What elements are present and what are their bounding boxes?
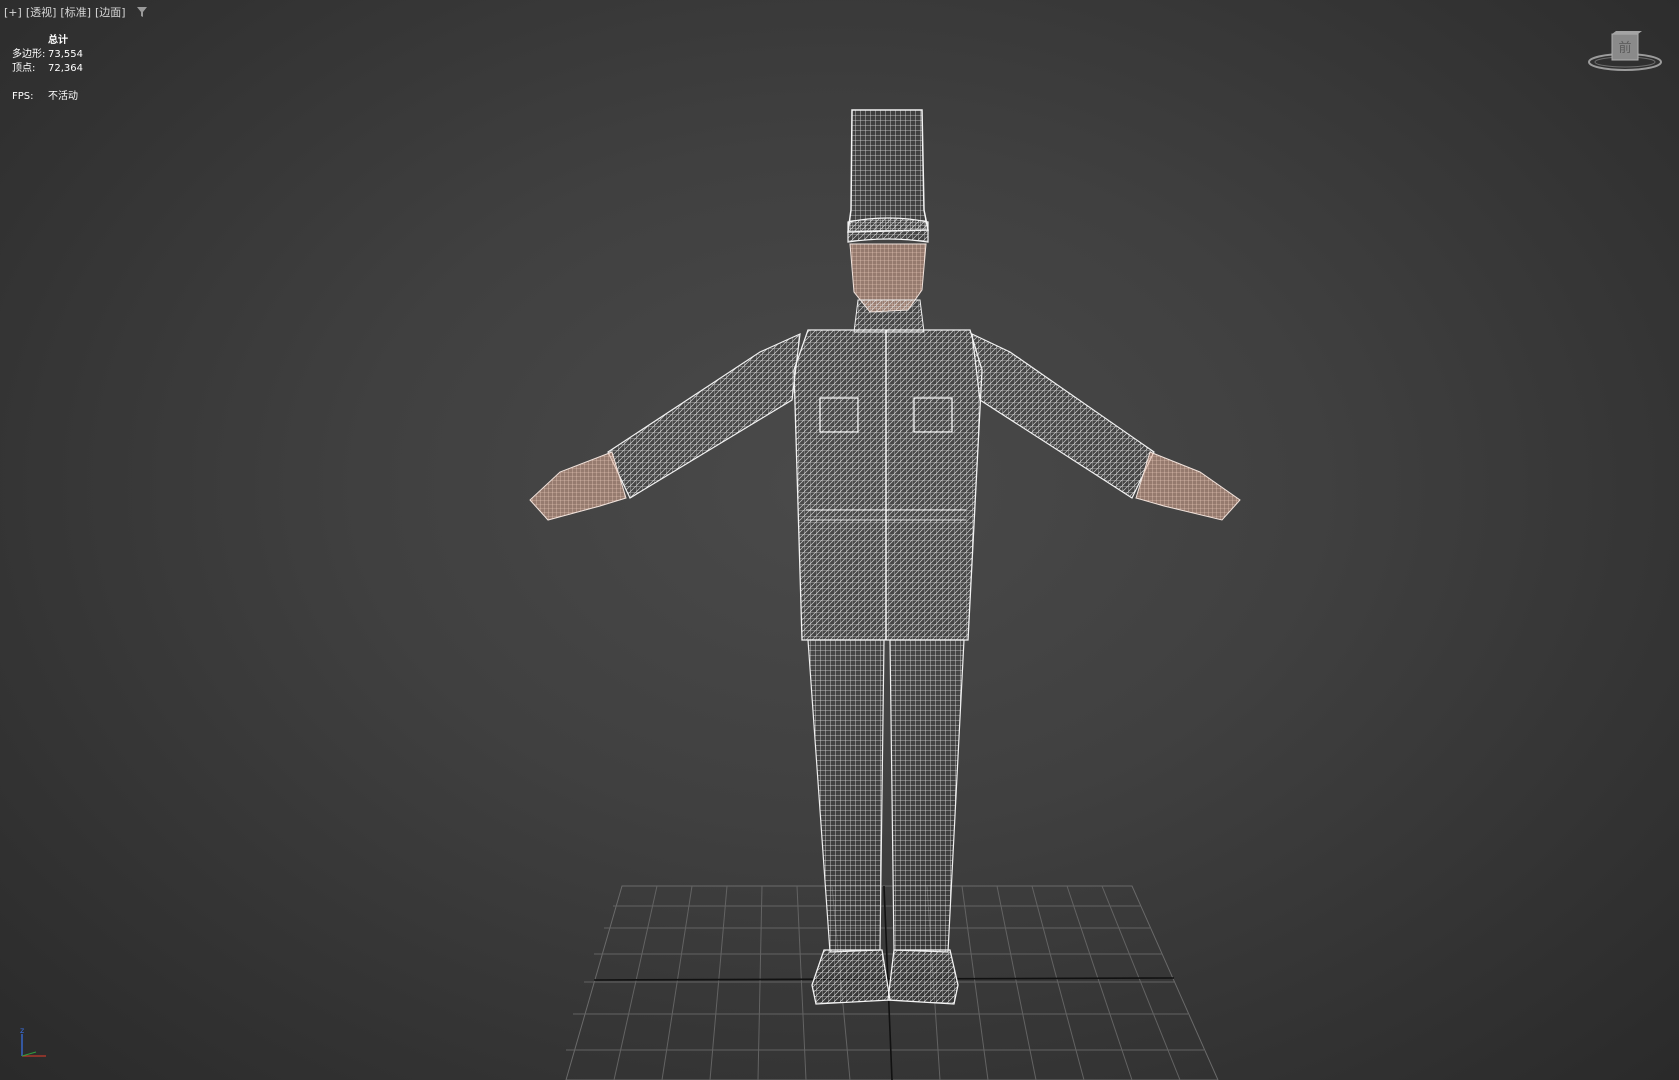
stats-verts-label: 顶点: — [12, 63, 36, 74]
stats-fps-label: FPS: — [12, 91, 34, 102]
viewcube-icon[interactable]: 前 — [1585, 30, 1665, 80]
scene-canvas[interactable] — [0, 0, 1679, 1080]
stats-polys-row: 多边形: 73,554 — [12, 48, 83, 62]
stats-fps-row: FPS: 不活动 — [12, 90, 83, 104]
viewport-menu-plus[interactable]: [+] — [4, 6, 22, 19]
axis-tripod-icon: z — [20, 1026, 46, 1057]
viewcube-face-label[interactable]: 前 — [1618, 40, 1631, 56]
stats-header: 总计 — [48, 35, 68, 46]
left-arm — [607, 333, 801, 499]
viewport-menu-shading[interactable]: [标准] — [60, 4, 91, 20]
wireframe-character[interactable] — [529, 109, 1241, 1005]
stats-verts-value: 72,364 — [48, 63, 83, 74]
left-shoe — [811, 949, 891, 1005]
stats-fps-value: 不活动 — [48, 91, 78, 102]
right-arm — [971, 332, 1155, 499]
chef-hat — [847, 109, 929, 233]
right-shoe — [887, 949, 959, 1005]
right-leg — [889, 639, 965, 953]
chef-jacket — [793, 329, 983, 641]
stats-polys-label: 多边形: — [12, 49, 46, 60]
stats-polys-value: 73,554 — [48, 49, 83, 60]
viewport-menu-mode[interactable]: [边面] — [95, 4, 126, 20]
funnel-icon[interactable] — [136, 6, 148, 18]
stats-verts-row: 顶点: 72,364 — [12, 62, 83, 76]
statistics-overlay: 总计 多边形: 73,554 顶点: 72,364 FPS: 不活动 — [12, 34, 83, 104]
left-leg — [807, 639, 885, 953]
viewport-menu-view[interactable]: [透视] — [26, 4, 57, 20]
viewport-label-menu[interactable]: [+] [透视] [标准] [边面] — [4, 4, 148, 20]
perspective-viewport[interactable]: [+] [透视] [标准] [边面] 总计 多边形: 73,554 顶点: 72… — [0, 0, 1679, 1080]
axis-z-label: z — [20, 1026, 24, 1035]
